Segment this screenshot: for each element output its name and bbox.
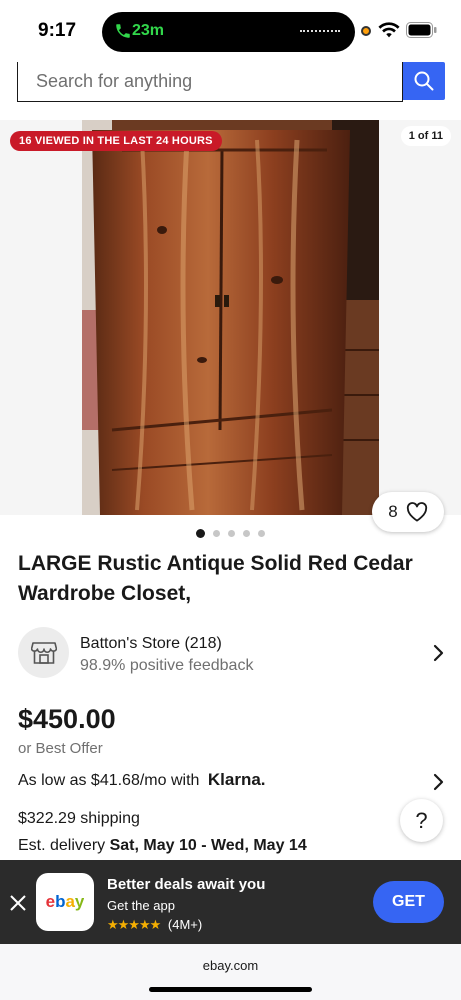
klarna-text: As low as $41.68/mo with — [18, 772, 200, 789]
seller-name: Batton's Store (218) — [80, 635, 222, 652]
ebay-app-icon: ebay — [36, 873, 94, 931]
dynamic-island[interactable]: 23m — [102, 12, 355, 52]
viewed-badge: 16 VIEWED IN THE LAST 24 HOURS — [10, 131, 222, 151]
seller-feedback: 98.9% positive feedback — [80, 657, 254, 674]
shipping-cost: $322.29 shipping — [18, 810, 140, 827]
chevron-right-icon — [433, 644, 444, 662]
estimated-delivery: Est. delivery Sat, May 10 - Wed, May 14 — [18, 837, 307, 855]
star-rating-icon: ★★★★★ — [107, 917, 161, 932]
close-icon[interactable] — [8, 893, 28, 913]
watch-count: 8 — [388, 502, 398, 521]
banner-subtitle: Get the app — [107, 898, 175, 913]
product-photo[interactable] — [82, 120, 379, 515]
heart-icon — [406, 502, 427, 522]
app-install-banner: ebay Better deals await you Get the app … — [0, 860, 461, 944]
help-button[interactable]: ? — [400, 799, 443, 842]
home-indicator[interactable] — [149, 987, 312, 992]
image-gallery[interactable]: 16 VIEWED IN THE LAST 24 HOURS 1 of 11 — [0, 120, 461, 515]
search-button[interactable] — [403, 62, 445, 100]
audio-waveform-icon — [300, 30, 340, 32]
pagination-dot[interactable] — [258, 530, 265, 537]
pagination-dot[interactable] — [213, 530, 220, 537]
mic-indicator-icon — [361, 26, 371, 36]
seller-row[interactable]: Batton's Store (218) 98.9% positive feed… — [18, 627, 446, 679]
pagination-dot[interactable] — [243, 530, 250, 537]
url-text[interactable]: ebay.com — [0, 958, 461, 973]
question-icon: ? — [415, 807, 428, 833]
battery-icon — [406, 22, 437, 38]
price: $450.00 — [18, 704, 116, 734]
delivery-prefix: Est. delivery — [18, 837, 106, 854]
wifi-icon — [378, 22, 400, 38]
app-rating: ★★★★★ (4M+) — [107, 917, 202, 933]
delivery-dates: Sat, May 10 - Wed, May 14 — [109, 837, 307, 854]
chevron-right-icon — [433, 773, 444, 791]
status-time: 9:17 — [38, 20, 77, 41]
best-offer-label: or Best Offer — [18, 740, 103, 757]
search-icon — [414, 71, 434, 91]
store-icon — [30, 641, 57, 664]
store-avatar — [18, 627, 69, 678]
listing-title: LARGE Rustic Antique Solid Red Cedar War… — [18, 552, 413, 605]
status-bar: 9:17 23m — [0, 0, 461, 62]
call-duration: 23m — [132, 22, 165, 39]
image-counter: 1 of 11 — [400, 126, 451, 146]
banner-title: Better deals await you — [107, 876, 266, 893]
get-app-button[interactable]: GET — [373, 881, 444, 923]
search-input[interactable] — [17, 62, 403, 102]
pagination-dot[interactable] — [228, 530, 235, 537]
klarna-logo: Klarna. — [207, 770, 266, 789]
watch-button[interactable]: 8 — [372, 492, 444, 532]
search-bar — [17, 62, 445, 102]
ebay-logo: ebay — [45, 892, 85, 911]
rating-count: (4M+) — [167, 917, 203, 932]
klarna-financing-row[interactable]: As low as $41.68/mo with Klarna. — [18, 770, 446, 794]
pagination-dot[interactable] — [196, 529, 205, 538]
gallery-pagination — [0, 529, 461, 538]
phone-icon — [116, 24, 130, 38]
